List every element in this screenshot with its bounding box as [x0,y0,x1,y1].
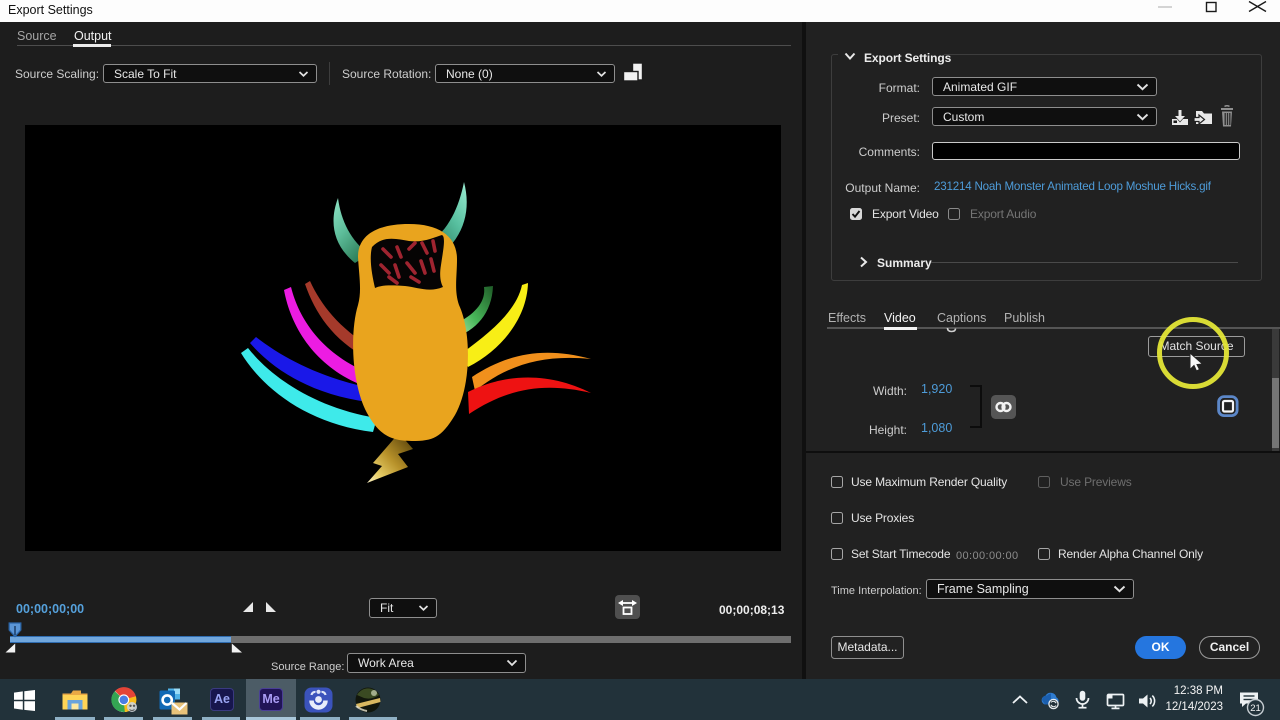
svg-text:21: 21 [1250,703,1261,714]
